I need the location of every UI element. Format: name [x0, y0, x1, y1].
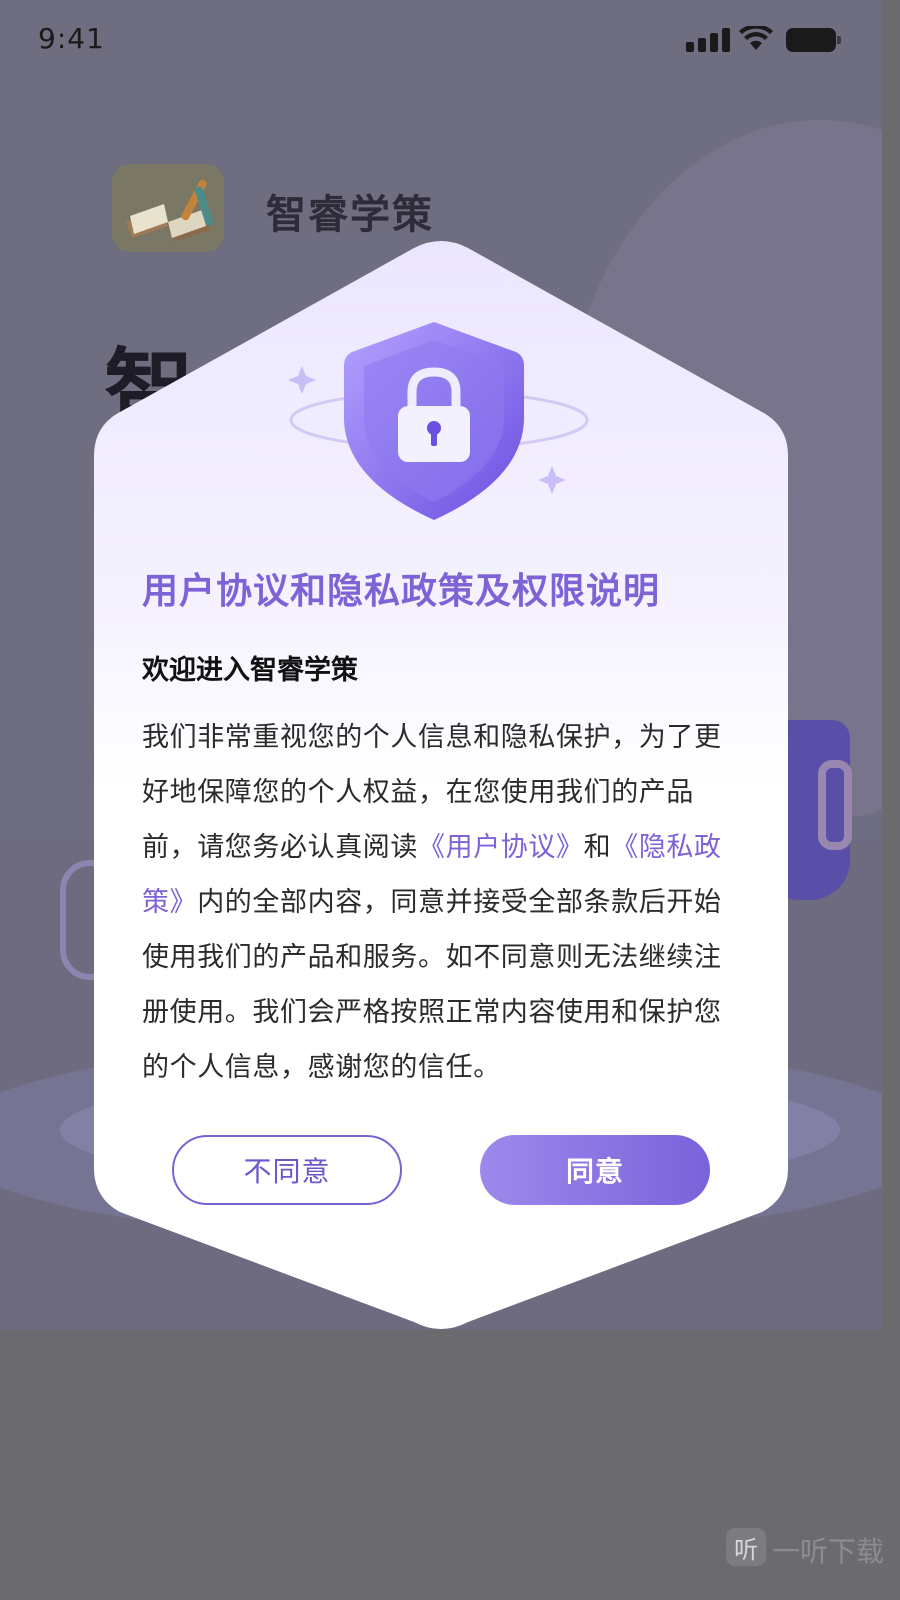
shield-lock-icon	[288, 322, 589, 520]
dialog-body: 我们非常重视您的个人信息和隐私保护，为了更好地保障您的个人权益，在您使用我们的产…	[142, 710, 742, 1095]
body-text-part2: 内的全部内容，同意并接受全部条款后开始使用我们的产品和服务。如不同意则无法继续注…	[142, 887, 722, 1083]
watermark: 听 一听下载	[726, 1526, 885, 1568]
agree-button[interactable]: 同意	[480, 1135, 710, 1205]
watermark-logo-icon: 听	[726, 1528, 766, 1566]
disagree-button[interactable]: 不同意	[172, 1135, 402, 1205]
watermark-text: 一听下载	[772, 1535, 885, 1568]
user-agreement-link[interactable]: 《用户协议》	[418, 832, 584, 863]
body-text-and: 和	[583, 832, 612, 863]
dialog-title: 用户协议和隐私政策及权限说明	[142, 571, 661, 612]
privacy-dialog: 用户协议和隐私政策及权限说明 欢迎进入智睿学策 我们非常重视您的个人信息和隐私保…	[94, 240, 788, 1332]
welcome-text: 欢迎进入智睿学策	[142, 655, 358, 686]
